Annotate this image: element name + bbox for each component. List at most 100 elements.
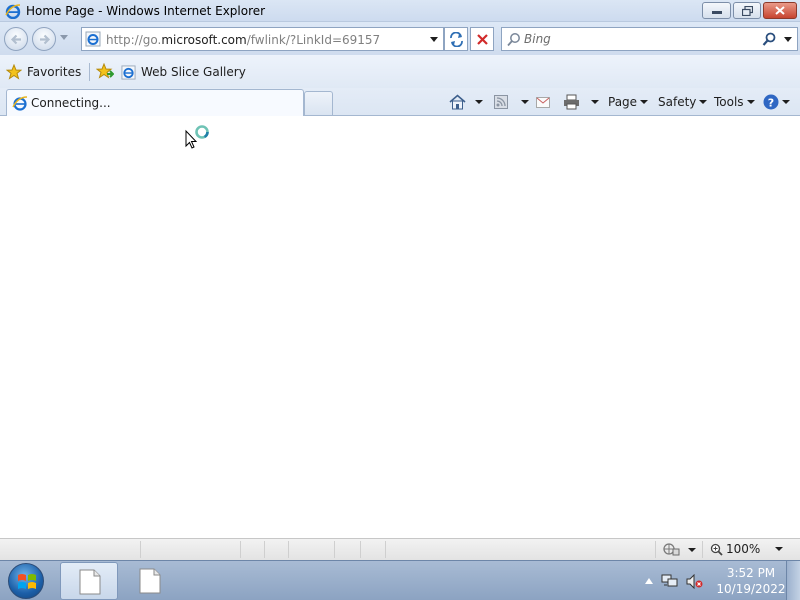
status-separator	[288, 541, 289, 558]
favorites-star-icon	[6, 64, 22, 80]
feeds-button[interactable]	[494, 91, 529, 113]
ie-page-icon	[121, 64, 136, 80]
tools-dropdown-icon	[746, 100, 755, 104]
favorites-separator	[89, 63, 90, 81]
back-button[interactable]	[4, 27, 28, 51]
read-mail-icon	[536, 96, 550, 108]
read-mail-button[interactable]	[536, 91, 550, 113]
protected-mode-dropdown-icon	[688, 547, 696, 552]
address-dropdown-icon[interactable]	[430, 37, 438, 42]
search-options-dropdown-icon[interactable]	[784, 37, 792, 42]
home-button[interactable]	[449, 91, 483, 113]
clock-date: 10/19/2022	[716, 582, 786, 596]
taskbar-item-internet-explorer[interactable]	[60, 562, 118, 600]
safety-menu-label: Safety	[658, 95, 697, 109]
status-separator	[240, 541, 241, 558]
system-tray	[645, 573, 703, 589]
feeds-dropdown-icon[interactable]	[521, 100, 529, 104]
address-url[interactable]: http://go.microsoft.com/fwlink/?LinkId=6…	[106, 33, 380, 47]
safety-menu-button[interactable]: Safety	[658, 91, 708, 113]
tools-menu-button[interactable]: Tools	[714, 91, 755, 113]
busy-cursor-icon	[185, 125, 209, 149]
tab-row: Connecting... Page Safety Tools ?	[0, 88, 800, 116]
help-icon: ?	[763, 94, 779, 110]
print-button[interactable]	[563, 91, 599, 113]
bing-search-icon	[507, 33, 520, 47]
print-icon	[564, 94, 579, 110]
status-separator	[264, 541, 265, 558]
show-desktop-button[interactable]	[786, 561, 800, 600]
favorites-bar: Favorites Web Slice Gallery	[0, 55, 800, 88]
home-dropdown-icon[interactable]	[475, 100, 483, 104]
protected-mode-icon	[663, 543, 680, 556]
tab-home-page[interactable]: Connecting...	[6, 89, 304, 116]
add-to-favorites-bar-icon[interactable]	[96, 63, 114, 80]
close-icon	[775, 6, 785, 15]
forward-arrow-icon	[40, 34, 51, 45]
search-box[interactable]	[501, 27, 798, 51]
document-icon	[79, 569, 101, 595]
favorites-link-label: Web Slice Gallery	[141, 65, 246, 79]
status-separator	[702, 541, 703, 558]
clock-time: 3:52 PM	[726, 566, 776, 580]
address-bar[interactable]: http://go.microsoft.com/fwlink/?LinkId=6…	[81, 27, 444, 51]
minimize-icon	[711, 10, 722, 14]
navigation-bar: http://go.microsoft.com/fwlink/?LinkId=6…	[0, 22, 800, 55]
ie-loading-icon	[12, 96, 28, 111]
recent-pages-dropdown-icon[interactable]	[60, 35, 68, 40]
tools-menu-label: Tools	[714, 95, 744, 109]
home-icon	[449, 94, 466, 110]
zoom-control[interactable]: 100%	[710, 542, 784, 556]
safety-dropdown-icon	[699, 100, 708, 104]
maximize-icon	[741, 5, 753, 16]
status-separator	[334, 541, 335, 558]
zoom-dropdown-icon[interactable]	[775, 547, 784, 551]
ie-logo-icon	[5, 4, 21, 19]
search-go-icon[interactable]	[762, 32, 777, 47]
tab-label: Connecting...	[31, 96, 111, 110]
show-hidden-icons-icon[interactable]	[645, 578, 653, 584]
volume-muted-icon[interactable]	[686, 573, 703, 589]
help-menu-button[interactable]: ?	[763, 91, 790, 113]
favorites-label: Favorites	[27, 65, 82, 79]
close-button[interactable]	[763, 2, 797, 19]
page-menu-label: Page	[608, 95, 638, 109]
forward-button[interactable]	[32, 27, 56, 51]
start-button[interactable]	[8, 563, 44, 599]
ie-page-icon	[85, 31, 101, 47]
status-bar: 100%	[0, 538, 800, 560]
zoom-icon	[710, 543, 723, 556]
status-separator	[655, 541, 656, 558]
taskbar: 3:52 PM 10/19/2022	[0, 560, 800, 600]
refresh-icon	[450, 32, 463, 47]
favorites-link-web-slice-gallery[interactable]: Web Slice Gallery	[121, 62, 246, 82]
print-dropdown-icon[interactable]	[591, 100, 599, 104]
maximize-button[interactable]	[733, 2, 761, 19]
favorites-button[interactable]: Favorites	[6, 62, 81, 82]
svg-text:?: ?	[768, 97, 774, 110]
help-dropdown-icon	[782, 100, 790, 104]
page-content[interactable]	[0, 117, 800, 538]
title-bar: Home Page - Windows Internet Explorer	[0, 0, 800, 22]
taskbar-clock[interactable]: 3:52 PM 10/19/2022	[714, 565, 788, 597]
windows-logo-icon	[18, 574, 36, 589]
minimize-button[interactable]	[702, 2, 731, 19]
status-separator	[140, 541, 141, 558]
new-tab-button[interactable]	[304, 91, 333, 115]
protected-mode-button[interactable]	[663, 542, 696, 557]
document-icon	[139, 568, 161, 594]
page-menu-button[interactable]: Page	[608, 91, 649, 113]
window-title: Home Page - Windows Internet Explorer	[26, 4, 266, 18]
status-separator	[360, 541, 361, 558]
taskbar-item-document[interactable]	[121, 562, 179, 600]
search-input[interactable]	[524, 31, 754, 47]
page-dropdown-icon	[640, 100, 649, 104]
feeds-icon	[494, 95, 508, 109]
stop-button[interactable]	[470, 27, 494, 51]
zoom-level: 100%	[726, 542, 761, 556]
status-separator	[385, 541, 386, 558]
stop-icon	[477, 34, 488, 45]
back-arrow-icon	[10, 34, 21, 45]
refresh-button[interactable]	[444, 27, 468, 51]
network-icon[interactable]	[661, 573, 678, 589]
